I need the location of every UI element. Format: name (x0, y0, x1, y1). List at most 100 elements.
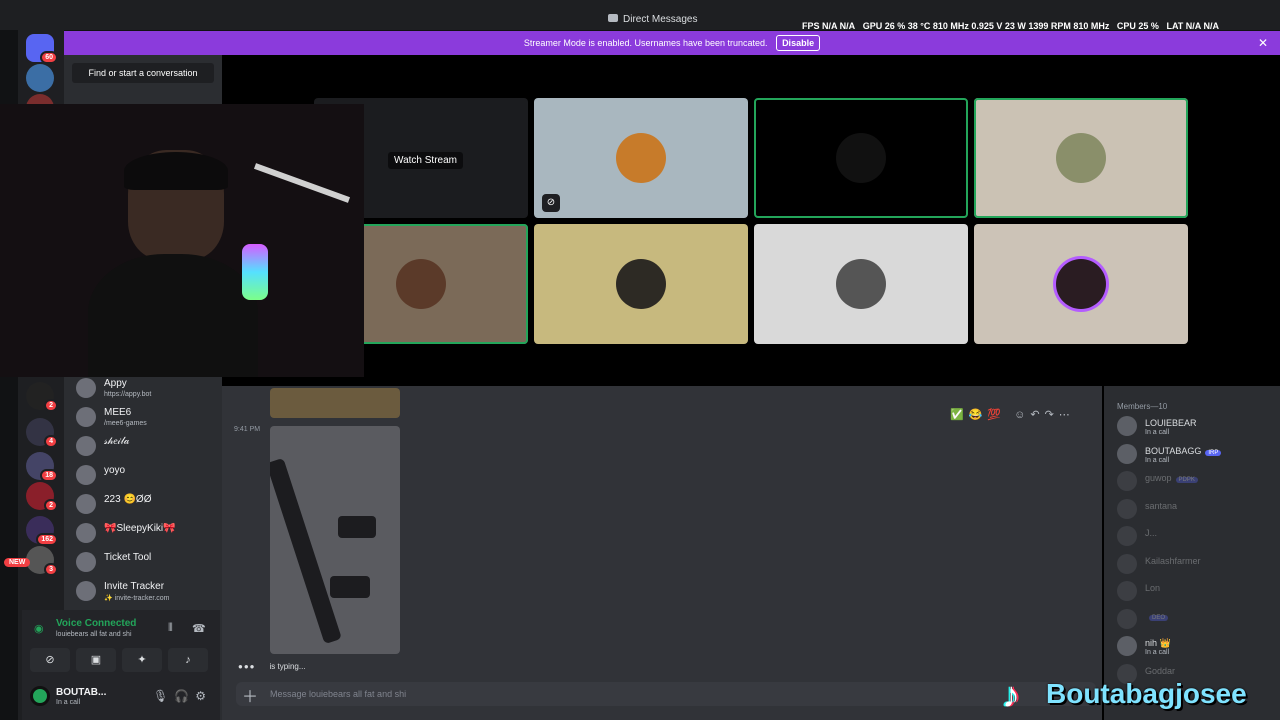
server-icon[interactable] (26, 64, 54, 92)
dm-item[interactable]: 223 😊ØØ (64, 491, 222, 519)
dm-name: Appy (104, 378, 127, 389)
activities-button[interactable]: ✦ (122, 648, 162, 672)
gear-icon[interactable]: ⚙ (195, 689, 212, 703)
member-status: In a call (1145, 649, 1170, 656)
disable-streamer-mode-button[interactable]: Disable (776, 35, 821, 51)
server-icon[interactable]: 2 (26, 382, 58, 412)
member-item[interactable]: nih 👑 In a call (1117, 636, 1277, 660)
avatar (76, 494, 96, 514)
avatar (836, 259, 886, 309)
voice-connected-status[interactable]: Voice Connected (56, 618, 136, 629)
message-input[interactable]: ＋ Message louiebears all fat and shi (236, 682, 1096, 706)
dm-item[interactable]: Ticket Tool (64, 549, 222, 577)
member-item[interactable]: Lon (1117, 581, 1277, 605)
member-item[interactable]: J... (1117, 526, 1277, 550)
soundboard-icon: ♪ (185, 654, 191, 666)
pistol-shape (338, 516, 376, 538)
member-name: Lon (1145, 583, 1161, 593)
member-item[interactable]: BOUTABAGG IRP In a call (1117, 443, 1277, 468)
dm-icon (608, 14, 618, 22)
find-conversation-button[interactable]: Find or start a conversation (72, 63, 214, 83)
dm-name: Invite Tracker (104, 581, 165, 592)
disconnect-icon[interactable]: ☎ (192, 622, 206, 635)
performance-overlay: FPS N/A N/A GPU 26 % 38 °C 810 MHz 0.925… (802, 21, 1219, 31)
server-icon[interactable]: 162 (26, 516, 58, 546)
dm-item[interactable]: Invite Tracker ✨ invite-tracker.com (64, 578, 222, 606)
member-item[interactable]: santana (1117, 498, 1277, 523)
mention-badge: 2 (44, 499, 58, 512)
username: BOUTAB... (56, 687, 107, 698)
voice-channel-name[interactable]: louiebears all fat and shi (56, 631, 132, 638)
participant-tile[interactable]: ⊘ (534, 98, 748, 218)
dm-item[interactable]: MEE6/mee6-games (64, 404, 222, 432)
activities-icon: ✦ (137, 654, 147, 666)
avatar (76, 581, 96, 601)
noise-suppression-icon[interactable]: ⦀ (168, 622, 173, 635)
user-status: In a call (56, 699, 81, 706)
window-title: Direct Messages (608, 14, 697, 25)
tiktok-watermark: ♪ Boutabagjosee (1002, 674, 1280, 718)
pistol-shape (330, 576, 370, 598)
dm-name: 223 😊ØØ (104, 494, 152, 505)
participant-tile[interactable] (534, 224, 748, 344)
dm-subtitle: /mee6-games (104, 420, 147, 427)
avatar[interactable] (30, 686, 50, 706)
message-timestamp: 9:41 PM (234, 426, 261, 433)
member-item[interactable]: LOUIEBEAR In a call (1117, 416, 1277, 440)
participant-tile[interactable] (974, 98, 1188, 218)
typing-indicator: ●●● is typing... (238, 662, 306, 671)
add-attachment-icon[interactable]: ＋ (242, 683, 258, 707)
member-name: BOUTABAGG IRP (1145, 446, 1222, 456)
user-panel[interactable]: BOUTAB... In a call 🎙🎧⚙ (30, 683, 220, 713)
watermark-name: Boutabagjosee (1046, 678, 1247, 709)
mention-badge: 2 (44, 399, 58, 412)
dm-item[interactable]: 🎀SleepyKiki🎀 (64, 520, 222, 548)
server-icon[interactable]: 3 (26, 546, 58, 576)
dm-name: 🎀SleepyKiki🎀 (104, 523, 176, 534)
mention-badge: 60 (40, 51, 58, 64)
image-attachment[interactable] (270, 388, 400, 418)
dm-item[interactable]: yoyo (64, 462, 222, 490)
user-controls: 🎙🎧⚙ (153, 689, 212, 703)
members-header: Members—10 (1117, 402, 1168, 411)
soundboard-button[interactable]: ♪ (168, 648, 208, 672)
member-name: J... (1145, 528, 1158, 538)
image-attachment[interactable] (270, 426, 400, 654)
participant-tile[interactable] (974, 224, 1188, 344)
avatar (1117, 553, 1137, 574)
member-item[interactable]: guwop PDPK (1117, 471, 1277, 495)
server-icon[interactable]: 18 (26, 452, 58, 482)
mute-icon: ⊘ (542, 194, 560, 212)
avatar (1117, 498, 1137, 519)
discord-window: Direct Messages FPS N/A N/A GPU 26 % 38 … (0, 0, 1280, 720)
member-tag: DEO (1149, 614, 1169, 621)
server-icon[interactable]: 60 (26, 34, 58, 64)
mic-icon[interactable]: 🎙 (153, 689, 174, 703)
voice-panel: ◉ Voice Connected louiebears all fat and… (22, 610, 220, 720)
streamer-webcam (0, 104, 364, 377)
dm-name: MEE6 (104, 407, 132, 418)
member-name: DEO (1145, 611, 1169, 621)
dm-name: 𝓈𝒽𝑒𝒾𝓁𝒶 (104, 436, 130, 447)
camera-off-icon: ⊘ (45, 654, 55, 666)
member-item[interactable]: DEO (1117, 608, 1277, 633)
screen-share-button[interactable]: ▣ (76, 648, 116, 672)
participant-tile[interactable] (754, 98, 968, 218)
dm-item[interactable]: Appy https://appy.bot (64, 375, 222, 403)
participant-tile[interactable] (754, 224, 968, 344)
member-status: In a call (1145, 456, 1170, 464)
member-name: santana (1145, 500, 1178, 511)
server-icon[interactable]: 4 (26, 418, 58, 448)
dm-item[interactable]: 𝓈𝒽𝑒𝒾𝓁𝒶 (64, 433, 222, 461)
banner-close-icon[interactable]: ✕ (1258, 31, 1268, 55)
watch-stream-button[interactable]: Watch Stream (388, 152, 463, 169)
chat-area: 9:41 PM ✅😂💯 ☺↶↷⋯ ●●● is typing... ＋ Messa… (222, 386, 1102, 720)
headphones-icon[interactable]: 🎧 (174, 689, 195, 703)
member-item[interactable]: Kailashfarmer (1117, 553, 1277, 578)
message-toolbar[interactable]: ✅😂💯 ☺↶↷⋯ (950, 408, 1075, 421)
avatar (1117, 608, 1137, 629)
camera-button[interactable]: ⊘ (30, 648, 70, 672)
server-icon[interactable]: 2 (26, 482, 58, 512)
avatar (1117, 471, 1137, 491)
avatar (1117, 636, 1137, 656)
